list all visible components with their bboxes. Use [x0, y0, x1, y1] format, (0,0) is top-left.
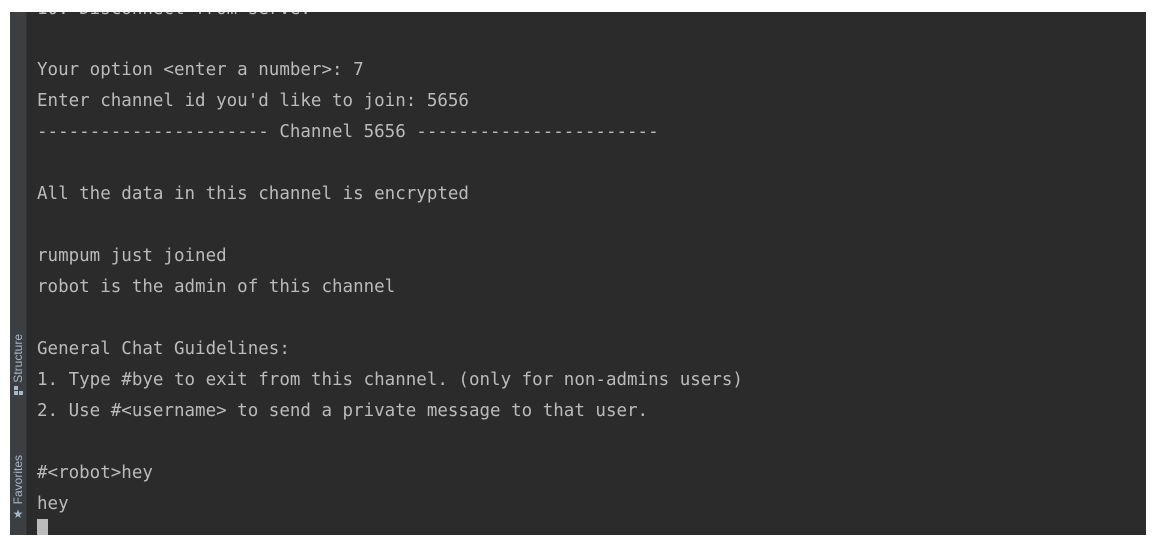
console-line: 1. Type #bye to exit from this channel. …: [37, 370, 743, 390]
console-line: robot is the admin of this channel: [37, 277, 396, 297]
favorites-tab[interactable]: Favorites ★: [10, 440, 26, 535]
structure-tab-label: Structure: [11, 333, 25, 383]
left-tool-strip: Structure Favorites ★: [10, 12, 27, 535]
console-line: rumpum just joined: [37, 246, 227, 266]
console-line: #<robot>hey: [37, 463, 153, 483]
console-line: 10. Disconnect from serve.: [37, 12, 311, 25]
star-icon: ★: [12, 506, 24, 521]
console-line: Enter channel id you'd like to join: 565…: [37, 91, 469, 111]
console-line: hey: [37, 494, 69, 514]
console-line: 2. Use #<username> to send a private mes…: [37, 401, 649, 421]
favorites-tab-label: Favorites: [11, 455, 25, 505]
console-line: ---------------------- Channel 5656 ----…: [37, 122, 659, 142]
console-output[interactable]: 10. Disconnect from serve. Your option <…: [37, 12, 1146, 535]
console-line: All the data in this channel is encrypte…: [37, 184, 469, 204]
run-console-window: Structure Favorites ★ 10. Disconnect fro…: [10, 12, 1146, 535]
console-line: General Chat Guidelines:: [37, 339, 290, 359]
text-cursor: [37, 519, 48, 535]
console-line: Your option <enter a number>: 7: [37, 60, 364, 80]
structure-icon: [13, 386, 23, 396]
structure-tab[interactable]: Structure: [10, 312, 26, 417]
